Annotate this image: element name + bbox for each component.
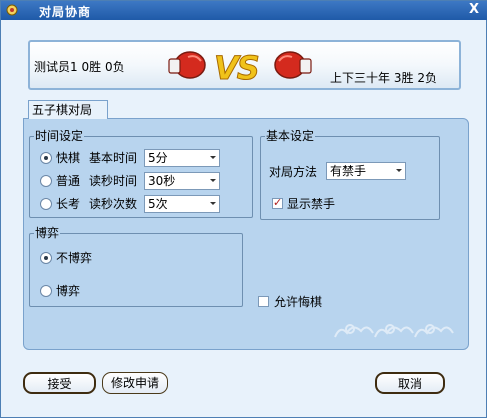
player2-name: 上下三十年 [330, 71, 391, 85]
byoyomi-count-value: 5次 [148, 197, 168, 211]
cloud-pattern-decoration [334, 324, 454, 338]
show-forbidden-checkbox[interactable] [272, 196, 283, 209]
time-settings-title: 时间设定 [34, 129, 85, 143]
modify-request-button[interactable]: 修改申请 [102, 372, 168, 394]
radio-no-gamble-label[interactable]: 不博弈 [56, 251, 92, 265]
player2-info: 上下三十年 3胜 2负 [330, 69, 437, 86]
accept-button[interactable]: 接受 [23, 372, 96, 394]
player2-losses: 2负 [417, 71, 437, 85]
player1-wins: 0胜 [81, 60, 102, 74]
time-settings-group: 时间设定 快棋 基本时间 5分 普通 读秒时间 30秒 长考 读秒次数 5次 [29, 129, 253, 218]
chevron-down-icon [210, 179, 216, 182]
base-time-label: 基本时间 [89, 151, 138, 165]
radio-gamble[interactable] [40, 285, 52, 297]
radio-normal-label[interactable]: 普通 [56, 174, 80, 188]
show-forbidden-label[interactable]: 显示禁手 [287, 197, 335, 211]
gamble-title: 博弈 [34, 226, 61, 240]
player1-info: 测试员1 0胜 0负 [34, 58, 125, 75]
basic-settings-group: 基本设定 对局方法 有禁手 显示禁手 [260, 129, 440, 220]
gamble-group: 博弈 不博弈 博弈 [29, 226, 243, 307]
players-banner: 测试员1 0胜 0负 VS 上下三十年 3胜 2负 [28, 40, 461, 90]
boxing-glove-left-icon [168, 51, 206, 79]
allow-undo-checkbox[interactable] [258, 296, 269, 307]
radio-gamble-label[interactable]: 博弈 [56, 284, 80, 298]
radio-long[interactable] [40, 198, 52, 210]
tab-gomoku[interactable]: 五子棋对局 [28, 100, 108, 119]
app-icon [6, 4, 18, 16]
byoyomi-count-select[interactable]: 5次 [144, 195, 220, 213]
radio-long-label[interactable]: 长考 [56, 197, 80, 211]
radio-blitz-label[interactable]: 快棋 [56, 151, 80, 165]
byoyomi-count-label: 读秒次数 [89, 197, 138, 211]
allow-undo-label[interactable]: 允许悔棋 [274, 295, 322, 309]
cancel-button[interactable]: 取消 [375, 372, 445, 394]
byoyomi-time-select[interactable]: 30秒 [144, 172, 220, 190]
chevron-down-icon [210, 202, 216, 205]
radio-blitz[interactable] [40, 152, 52, 164]
rule-select[interactable]: 有禁手 [326, 162, 406, 180]
close-button[interactable]: X [466, 3, 482, 17]
player2-wins: 3胜 [393, 71, 414, 85]
chevron-down-icon [396, 169, 402, 172]
radio-no-gamble[interactable] [40, 252, 52, 264]
player1-name: 测试员1 [34, 60, 78, 74]
byoyomi-time-value: 30秒 [148, 174, 176, 188]
player1-losses: 0负 [104, 60, 125, 74]
window-title: 对局协商 [39, 5, 92, 19]
base-time-value: 5分 [148, 151, 168, 165]
vs-label: VS [214, 49, 261, 88]
boxing-glove-right-icon [274, 51, 312, 79]
base-time-select[interactable]: 5分 [144, 149, 220, 167]
radio-normal[interactable] [40, 175, 52, 187]
byoyomi-time-label: 读秒时间 [89, 174, 138, 188]
rule-value: 有禁手 [330, 164, 367, 178]
chevron-down-icon [210, 156, 216, 159]
negotiation-dialog: 对局协商 X 测试员1 0胜 0负 VS 上下三十年 3胜 2负 五子棋对局 时… [0, 0, 487, 418]
basic-settings-title: 基本设定 [265, 129, 316, 143]
rule-label: 对局方法 [269, 165, 318, 179]
title-bar[interactable]: 对局协商 X [1, 1, 487, 20]
settings-panel: 时间设定 快棋 基本时间 5分 普通 读秒时间 30秒 长考 读秒次数 5次 基… [23, 118, 469, 350]
